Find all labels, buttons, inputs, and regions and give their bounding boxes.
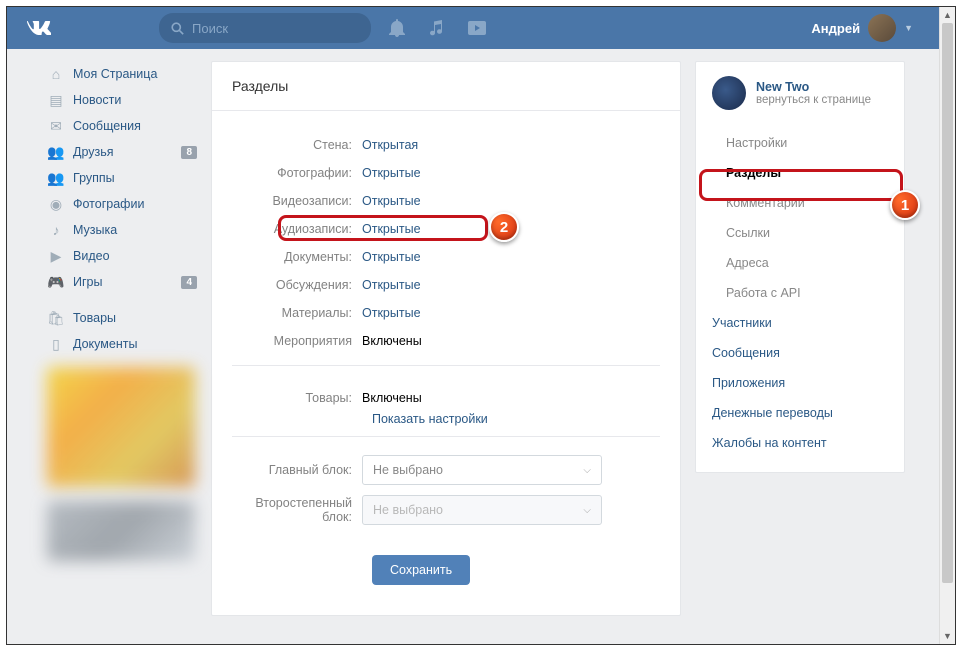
bag-icon: 🛍 bbox=[47, 309, 65, 327]
row-docs-value[interactable]: Открытые bbox=[362, 250, 421, 264]
search-icon bbox=[171, 22, 184, 35]
rnav-settings[interactable]: Настройки bbox=[696, 128, 904, 158]
rnav-comments[interactable]: Комментарии bbox=[696, 188, 904, 218]
user-avatar bbox=[868, 14, 896, 42]
scroll-down-icon[interactable]: ▼ bbox=[940, 628, 955, 644]
nav-docs[interactable]: ▯Документы bbox=[47, 331, 197, 357]
rnav-links[interactable]: Ссылки bbox=[696, 218, 904, 248]
nav-photos[interactable]: ◉Фотографии bbox=[47, 191, 197, 217]
games-icon: 🎮 bbox=[47, 273, 65, 291]
video-nav-icon: ▶ bbox=[47, 247, 65, 265]
row-photos-value[interactable]: Открытые bbox=[362, 166, 421, 180]
chevron-down-icon: ⌵ bbox=[583, 505, 591, 516]
music-icon[interactable] bbox=[427, 18, 447, 38]
video-play-icon[interactable] bbox=[467, 18, 487, 38]
row-events-value: Включены bbox=[362, 334, 422, 348]
row-audio-value[interactable]: Открытые bbox=[362, 222, 421, 236]
scroll-thumb[interactable] bbox=[942, 23, 953, 583]
groups-icon: 👥 bbox=[47, 169, 65, 187]
row-materials-label: Материалы: bbox=[232, 306, 362, 320]
search-placeholder: Поиск bbox=[192, 21, 228, 36]
row-audio-label: Аудиозаписи: bbox=[232, 222, 362, 236]
row-discuss-value[interactable]: Открытые bbox=[362, 278, 421, 292]
back-to-page[interactable]: вернуться к странице bbox=[756, 94, 871, 106]
user-name: Андрей bbox=[811, 21, 860, 36]
marker-2: 2 bbox=[489, 212, 519, 242]
row-videos-value[interactable]: Открытые bbox=[362, 194, 421, 208]
row-discuss-label: Обсуждения: bbox=[232, 278, 362, 292]
rnav-members[interactable]: Участники bbox=[696, 308, 904, 338]
main-panel: Разделы Стена:Открытая Фотографии:Открыт… bbox=[211, 61, 681, 616]
secondary-block-label: Второстепенный блок: bbox=[232, 496, 362, 524]
nav-goods[interactable]: 🛍Товары bbox=[47, 305, 197, 331]
nav-games[interactable]: 🎮Игры4 bbox=[47, 269, 197, 295]
rnav-sections[interactable]: Разделы bbox=[696, 158, 904, 188]
nav-music[interactable]: ♪Музыка bbox=[47, 217, 197, 243]
rnav-addresses[interactable]: Адреса bbox=[696, 248, 904, 278]
ad-block bbox=[47, 367, 195, 487]
nav-video[interactable]: ▶Видео bbox=[47, 243, 197, 269]
row-materials-value[interactable]: Открытые bbox=[362, 306, 421, 320]
rnav-money[interactable]: Денежные переводы bbox=[696, 398, 904, 428]
friends-icon: 👥 bbox=[47, 143, 65, 161]
rnav-apps[interactable]: Приложения bbox=[696, 368, 904, 398]
show-settings-link[interactable]: Показать настройки bbox=[372, 412, 488, 426]
notifications-icon[interactable] bbox=[387, 18, 407, 38]
messages-icon: ✉ bbox=[47, 117, 65, 135]
marker-1: 1 bbox=[890, 190, 920, 220]
row-goods-value: Включены bbox=[362, 391, 422, 405]
nav-groups[interactable]: 👥Группы bbox=[47, 165, 197, 191]
nav-my-page[interactable]: ⌂Моя Страница bbox=[47, 61, 197, 87]
row-wall-value[interactable]: Открытая bbox=[362, 138, 418, 152]
main-block-dropdown[interactable]: Не выбрано⌵ bbox=[362, 455, 602, 485]
header-bar: Поиск Андрей ▼ bbox=[7, 7, 939, 49]
right-panel: New Two вернуться к странице Настройки Р… bbox=[695, 61, 905, 473]
save-button[interactable]: Сохранить bbox=[372, 555, 470, 585]
rnav-messages[interactable]: Сообщения bbox=[696, 338, 904, 368]
nav-messages[interactable]: ✉Сообщения bbox=[47, 113, 197, 139]
home-icon: ⌂ bbox=[47, 65, 65, 83]
chevron-down-icon: ▼ bbox=[904, 23, 913, 33]
row-goods-label: Товары: bbox=[232, 391, 362, 405]
row-docs-label: Документы: bbox=[232, 250, 362, 264]
row-wall-label: Стена: bbox=[232, 138, 362, 152]
docs-icon: ▯ bbox=[47, 335, 65, 353]
panel-title: Разделы bbox=[212, 62, 680, 111]
nav-news[interactable]: ▤Новости bbox=[47, 87, 197, 113]
search-input[interactable]: Поиск bbox=[159, 13, 371, 43]
group-avatar[interactable] bbox=[712, 76, 746, 110]
scroll-up-icon[interactable]: ▲ bbox=[940, 7, 955, 23]
ad-block-2 bbox=[47, 501, 195, 561]
user-menu[interactable]: Андрей ▼ bbox=[811, 14, 931, 42]
row-photos-label: Фотографии: bbox=[232, 166, 362, 180]
friends-badge: 8 bbox=[181, 146, 197, 159]
photos-icon: ◉ bbox=[47, 195, 65, 213]
nav-friends[interactable]: 👥Друзья8 bbox=[47, 139, 197, 165]
rnav-api[interactable]: Работа с API bbox=[696, 278, 904, 308]
news-icon: ▤ bbox=[47, 91, 65, 109]
rnav-reports[interactable]: Жалобы на контент bbox=[696, 428, 904, 458]
scrollbar[interactable]: ▲ ▼ bbox=[939, 7, 955, 644]
chevron-down-icon: ⌵ bbox=[583, 465, 591, 476]
vk-logo[interactable] bbox=[19, 7, 59, 49]
group-name[interactable]: New Two bbox=[756, 80, 871, 94]
left-nav: ⌂Моя Страница ▤Новости ✉Сообщения 👥Друзь… bbox=[47, 61, 197, 616]
secondary-block-dropdown: Не выбрано⌵ bbox=[362, 495, 602, 525]
row-events-label: Мероприятия bbox=[232, 334, 362, 348]
music-nav-icon: ♪ bbox=[47, 221, 65, 239]
games-badge: 4 bbox=[181, 276, 197, 289]
main-block-label: Главный блок: bbox=[232, 463, 362, 477]
row-videos-label: Видеозаписи: bbox=[232, 194, 362, 208]
